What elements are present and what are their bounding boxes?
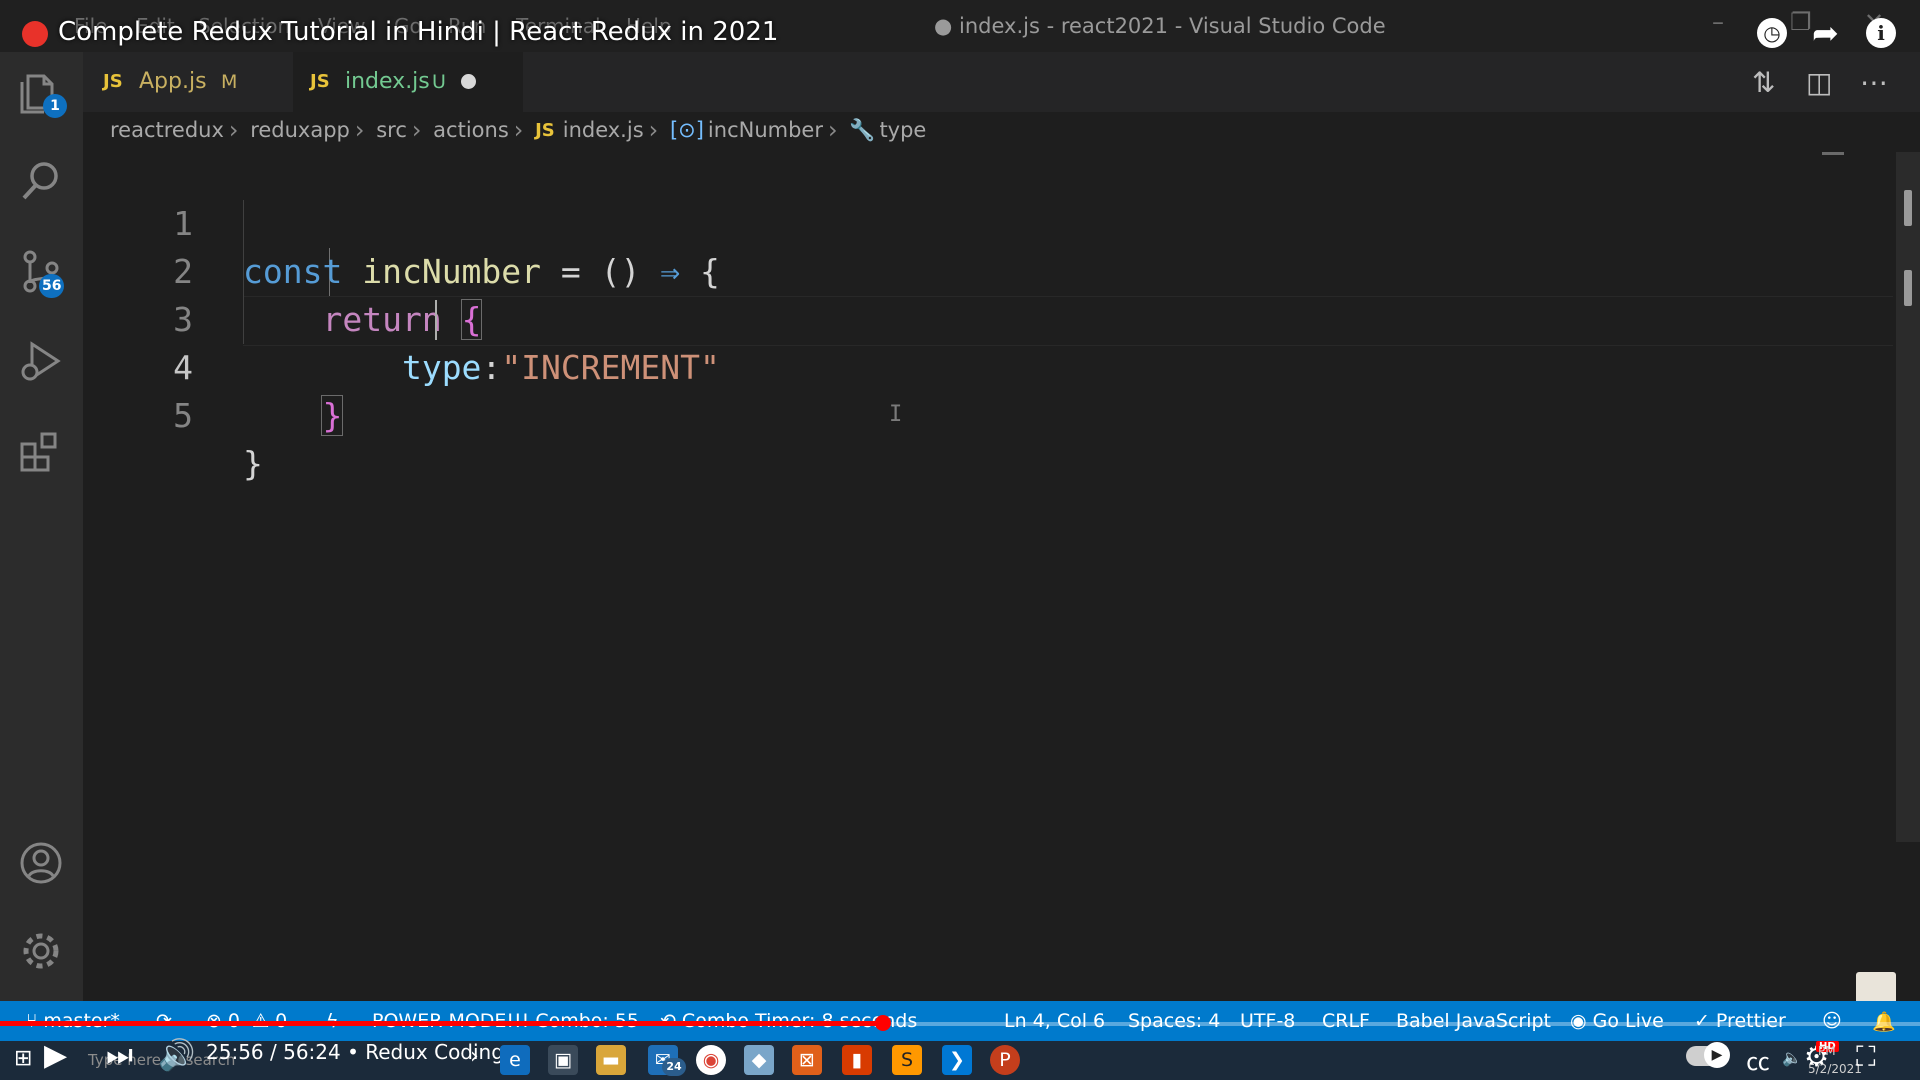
chevron-right-icon: › bbox=[648, 116, 659, 144]
code-line: 5 } bbox=[83, 344, 1813, 483]
tray-time: PM bbox=[1818, 1044, 1836, 1058]
unsaved-dot-icon[interactable] bbox=[461, 74, 476, 89]
breadcrumb-item[interactable]: reduxapp bbox=[250, 118, 350, 142]
breadcrumb-file[interactable]: index.js bbox=[563, 118, 644, 142]
app-icon[interactable]: ◆ bbox=[744, 1045, 774, 1075]
search-icon[interactable] bbox=[18, 158, 64, 204]
extensions-icon[interactable] bbox=[18, 428, 64, 474]
vertical-scrollbar[interactable] bbox=[1896, 152, 1920, 842]
chevron-right-icon: › bbox=[228, 116, 239, 144]
video-title[interactable]: Complete Redux Tutorial in Hindi | React… bbox=[58, 17, 778, 47]
record-dot-icon bbox=[22, 21, 48, 47]
indentation[interactable]: Spaces: 4 bbox=[1128, 1010, 1220, 1032]
feedback-icon[interactable]: ☺ bbox=[1822, 1010, 1842, 1032]
fullscreen-icon[interactable]: ⛶ bbox=[1856, 1040, 1876, 1074]
go-live-label: Go Live bbox=[1592, 1010, 1664, 1032]
autoplay-play-icon: ▶ bbox=[1704, 1042, 1730, 1068]
chevron-right-icon: › bbox=[513, 116, 524, 144]
wrench-icon: 🔧 bbox=[849, 117, 876, 142]
maximize-icon[interactable]: ❐ bbox=[1790, 8, 1812, 36]
window-title: ● index.js - react2021 - Visual Studio C… bbox=[934, 14, 1386, 38]
next-video-icon[interactable]: ⏭ bbox=[106, 1038, 133, 1073]
tab-label: App.js bbox=[139, 69, 207, 94]
language-mode[interactable]: Babel JavaScript bbox=[1396, 1010, 1551, 1032]
breadcrumb-property[interactable]: type bbox=[879, 118, 926, 142]
mail-badge: 24 bbox=[662, 1058, 686, 1076]
js-file-icon: JS bbox=[103, 71, 123, 92]
chevron-right-icon: › bbox=[411, 116, 422, 144]
tab-git-status: U bbox=[432, 71, 446, 93]
breadcrumb-item[interactable]: reactredux bbox=[110, 118, 224, 142]
breadcrumb: reactredux › reduxapp › src › actions › JS in… bbox=[110, 116, 926, 152]
chevron-right-icon[interactable]: › bbox=[470, 1044, 479, 1069]
explorer-badge: 1 bbox=[43, 94, 67, 118]
file-explorer-icon[interactable]: ▬ bbox=[596, 1045, 626, 1075]
vscode-taskbar-icon[interactable]: ❯ bbox=[942, 1045, 972, 1075]
code-line: 3 type:"INCREMENT" bbox=[83, 248, 1813, 387]
chevron-right-icon: › bbox=[354, 116, 365, 144]
code-editor[interactable]: 1 const incNumber = () ⇒ { 2 return { 3 … bbox=[83, 152, 1900, 1001]
go-live-button[interactable]: ◉ Go Live bbox=[1570, 1010, 1664, 1032]
line-number: 5 bbox=[173, 396, 193, 435]
source-control-badge: 56 bbox=[39, 274, 65, 298]
video-time[interactable]: 25:56 / 56:24 • Redux Coding bbox=[206, 1040, 504, 1064]
play-icon[interactable]: ▶ bbox=[44, 1038, 67, 1073]
minimap[interactable] bbox=[1822, 152, 1844, 155]
tab-git-status: M bbox=[221, 71, 238, 93]
store-icon[interactable]: ▣ bbox=[548, 1045, 578, 1075]
scrollbar-thumb[interactable] bbox=[1904, 190, 1912, 226]
gear-icon[interactable] bbox=[18, 928, 64, 974]
js-file-icon: JS bbox=[535, 119, 555, 141]
tray-date: 5/2/2021 bbox=[1808, 1062, 1862, 1076]
title-bar: File Edit Selection View Go Run Terminal… bbox=[0, 0, 1920, 52]
matched-brace-token: } bbox=[321, 395, 344, 436]
share-icon[interactable]: ➦ bbox=[1812, 14, 1839, 52]
powerpoint-icon[interactable]: P bbox=[990, 1045, 1020, 1075]
code-line: 2 return { bbox=[83, 200, 1813, 340]
line-ending[interactable]: CRLF bbox=[1322, 1010, 1370, 1032]
cursor-position[interactable]: Ln 4, Col 6 bbox=[1004, 1010, 1105, 1032]
check-icon: ✓ bbox=[1694, 1010, 1710, 1032]
variable-icon: [⊙] bbox=[669, 118, 704, 142]
video-scrubber-handle[interactable] bbox=[875, 1015, 891, 1031]
broadcast-icon: ◉ bbox=[1570, 1010, 1587, 1032]
prettier-label: Prettier bbox=[1715, 1010, 1786, 1032]
xampp-icon[interactable]: ⊠ bbox=[792, 1045, 822, 1075]
brace-token: } bbox=[243, 444, 263, 483]
windows-start-icon[interactable]: ⊞ bbox=[14, 1046, 32, 1071]
scrollbar-marker bbox=[1904, 270, 1912, 306]
sublime-icon[interactable]: S bbox=[892, 1045, 922, 1075]
encoding[interactable]: UTF-8 bbox=[1240, 1010, 1295, 1032]
breadcrumb-item[interactable]: actions bbox=[433, 118, 509, 142]
split-editor-icon[interactable]: ◫ bbox=[1806, 66, 1832, 99]
code-line: 1 const incNumber = () ⇒ { bbox=[83, 152, 1813, 291]
prettier-status[interactable]: ✓ Prettier bbox=[1694, 1010, 1786, 1032]
tab-label: index.js bbox=[345, 69, 430, 94]
js-file-icon: JS bbox=[310, 71, 330, 92]
mouse-ibeam-icon: I bbox=[889, 402, 903, 427]
code-line: 4 } bbox=[83, 296, 1813, 436]
office-icon[interactable]: ▮ bbox=[842, 1045, 872, 1075]
more-actions-icon[interactable]: ⋯ bbox=[1860, 66, 1888, 99]
compare-changes-icon[interactable]: ⇅ bbox=[1752, 66, 1775, 99]
edge-icon[interactable]: e bbox=[500, 1045, 530, 1075]
captions-icon[interactable]: ㏄ bbox=[1746, 1042, 1770, 1077]
account-icon[interactable] bbox=[18, 840, 64, 886]
run-debug-icon[interactable] bbox=[18, 338, 64, 384]
video-progress-fill bbox=[0, 1021, 883, 1026]
info-icon[interactable]: i bbox=[1866, 18, 1896, 48]
activity-bar: 1 56 bbox=[0, 52, 83, 1001]
volume-icon[interactable]: 🔊 bbox=[158, 1038, 195, 1073]
minimize-icon[interactable]: – bbox=[1712, 8, 1724, 36]
chrome-icon[interactable]: ◉ bbox=[696, 1045, 726, 1075]
chevron-right-icon: › bbox=[827, 116, 838, 144]
speaker-tray-icon[interactable]: 🔈 bbox=[1782, 1048, 1802, 1067]
watch-later-icon[interactable]: ◷ bbox=[1757, 18, 1787, 48]
text-cursor bbox=[435, 300, 437, 340]
breadcrumb-item[interactable]: src bbox=[376, 118, 407, 142]
breadcrumb-symbol[interactable]: incNumber bbox=[708, 118, 823, 142]
tab-app-js[interactable]: JS App.js M bbox=[83, 52, 293, 112]
